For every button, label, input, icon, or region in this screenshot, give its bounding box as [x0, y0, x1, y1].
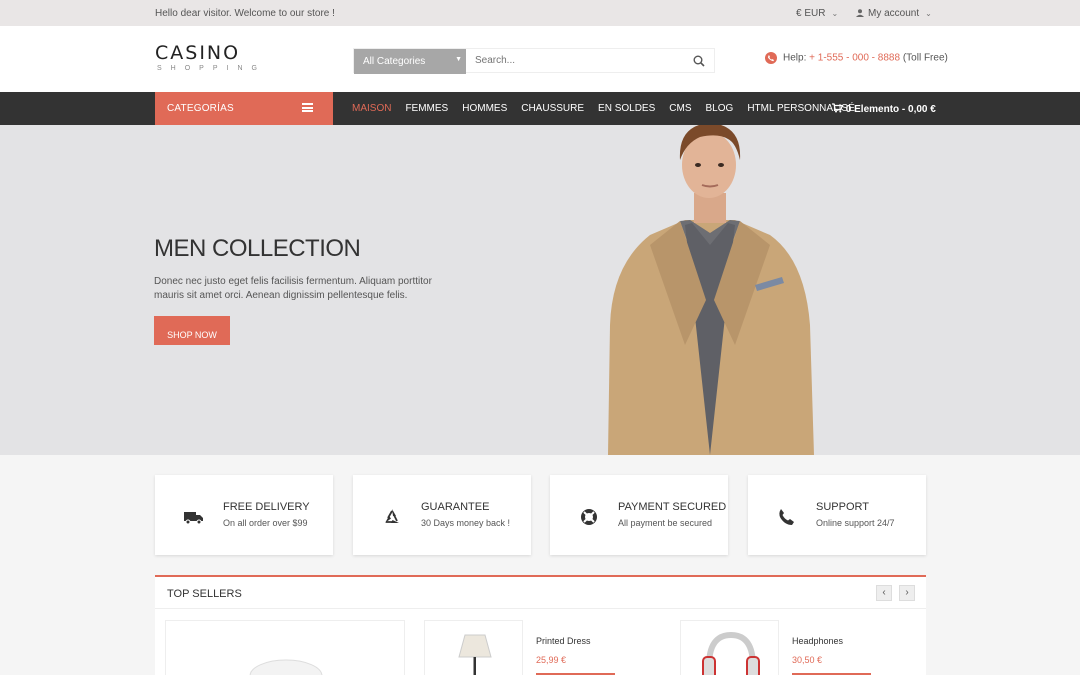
categories-label: CATEGORÍAS [167, 103, 234, 114]
phone-icon [765, 52, 777, 64]
nav-item-chaussure[interactable]: CHAUSSURE [521, 103, 584, 114]
logo-main-text: CASINO [155, 42, 241, 64]
phone-icon [776, 508, 798, 526]
product-image[interactable] [424, 620, 523, 675]
menu-items: MAISON FEMMES HOMMES CHAUSSURE EN SOLDES CMS B… [352, 103, 869, 114]
top-sellers-section: TOP SELLERS ‹ › Printed Dress 25,99 € He… [155, 575, 926, 675]
feature-card: SUPPORT Online support 24/7 [748, 475, 926, 555]
user-icon [856, 9, 864, 17]
search-icon[interactable] [692, 54, 706, 68]
chevron-down-icon: ⌄ [831, 9, 839, 18]
currency-selector[interactable]: € EUR ⌄ [796, 8, 838, 19]
hero-banner: MEN COLLECTION Donec nec justo eget feli… [0, 125, 1080, 455]
feature-card: PAYMENT SECURED All payment be secured [550, 475, 728, 555]
product-image[interactable] [165, 620, 405, 675]
feature-title: GUARANTEE [421, 501, 490, 513]
product-price: 30,50 € [792, 655, 823, 665]
feature-subtitle: All payment be secured [618, 518, 713, 528]
headphones-image [702, 631, 760, 675]
feature-subtitle: 30 Days money back ! [421, 518, 511, 528]
account-label: My account [868, 8, 920, 19]
product-thumbnail [249, 659, 323, 675]
currency-label: € EUR [796, 8, 826, 19]
cart-label: 0 Elemento - 0,00 € [845, 104, 936, 115]
top-bar: Hello dear visitor. Welcome to our store… [0, 0, 1080, 26]
feature-subtitle: On all order over $99 [223, 518, 308, 528]
nav-item-maison[interactable]: MAISON [352, 103, 391, 114]
recycle-icon [381, 508, 403, 526]
search-bar: All Categories ▼ [353, 48, 715, 74]
account-menu[interactable]: My account ⌄ [856, 8, 932, 19]
hero-text: Donec nec justo eget felis facilisis fer… [154, 276, 432, 301]
feature-card: GUARANTEE 30 Days money back ! [353, 475, 531, 555]
help-label: Help: [783, 52, 807, 64]
logo-sub-text: SHOPPING [157, 65, 266, 72]
help-contact: Help: + 1-555 - 000 - 8888 (Toll Free) [765, 52, 948, 64]
chevron-down-icon: ⌄ [925, 9, 932, 18]
nav-item-cms[interactable]: CMS [669, 103, 691, 114]
hero-model-image [608, 125, 814, 455]
feature-title: FREE DELIVERY [223, 501, 310, 513]
product-name[interactable]: Printed Dress [536, 636, 591, 646]
divider [155, 608, 926, 609]
search-input[interactable] [466, 49, 690, 72]
nav-item-femmes[interactable]: FEMMES [405, 103, 448, 114]
shop-now-button[interactable]: SHOP NOW [154, 316, 230, 345]
next-arrow-button[interactable]: › [899, 585, 915, 601]
cart-icon [832, 103, 844, 115]
logo[interactable]: CASINO SHOPPING [155, 44, 265, 76]
categories-button[interactable]: CATEGORÍAS [155, 92, 333, 125]
lamp-image [458, 634, 492, 675]
site-header: CASINO SHOPPING All Categories ▼ Help: +… [0, 26, 1080, 92]
search-category-select[interactable]: All Categories ▼ [354, 49, 466, 74]
product-image[interactable] [680, 620, 779, 675]
help-note: (Toll Free) [902, 52, 948, 64]
truck-icon [183, 508, 205, 526]
feature-title: SUPPORT [816, 501, 869, 513]
feature-subtitle: Online support 24/7 [816, 518, 895, 528]
prev-arrow-button[interactable]: ‹ [876, 585, 892, 601]
feature-title: PAYMENT SECURED [618, 501, 727, 513]
main-nav: CATEGORÍAS MAISON FEMMES HOMMES CHAUSSURE EN… [0, 92, 1080, 125]
nav-item-en-soldes[interactable]: EN SOLDES [598, 103, 655, 114]
nav-item-blog[interactable]: BLOG [706, 103, 734, 114]
search-category-label: All Categories [363, 56, 426, 67]
welcome-text: Hello dear visitor. Welcome to our store… [155, 8, 335, 19]
lifebuoy-icon [578, 508, 600, 526]
hamburger-icon [302, 103, 313, 112]
hero-title: MEN COLLECTION [154, 235, 361, 262]
cart-summary[interactable]: 0 Elemento - 0,00 € [832, 103, 936, 115]
product-price: 25,99 € [536, 655, 567, 665]
product-name[interactable]: Headphones [792, 636, 843, 646]
feature-card: FREE DELIVERY On all order over $99 [155, 475, 333, 555]
help-phone-number[interactable]: + 1-555 - 000 - 8888 [809, 53, 900, 64]
nav-item-hommes[interactable]: HOMMES [462, 103, 507, 114]
caret-down-icon: ▼ [455, 56, 462, 63]
section-title: TOP SELLERS [167, 588, 242, 600]
